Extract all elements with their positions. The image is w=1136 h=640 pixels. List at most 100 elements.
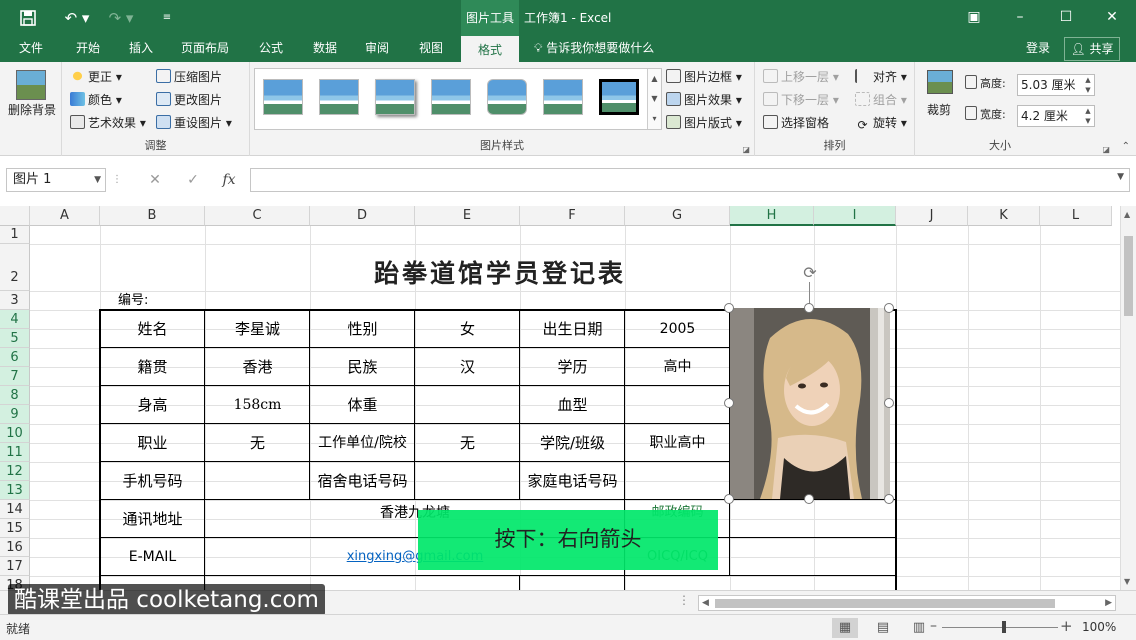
close-icon[interactable]: ✕ xyxy=(1092,0,1132,36)
corrections-button[interactable]: 更正 ▾ xyxy=(70,67,122,87)
vertical-scroll-thumb[interactable] xyxy=(1124,236,1133,316)
style-thumb[interactable] xyxy=(319,79,359,115)
formula-input[interactable]: ▼ xyxy=(250,168,1130,192)
cell-label[interactable]: 学历 xyxy=(520,348,625,386)
address-label[interactable]: 通讯地址 xyxy=(100,500,205,538)
maximize-icon[interactable]: ☐ xyxy=(1046,0,1086,36)
ribbon-display-options-icon[interactable]: ▣ xyxy=(954,0,994,36)
cell-value[interactable]: 2005 xyxy=(625,310,730,348)
picture-border-button[interactable]: 图片边框 ▾ xyxy=(666,67,742,87)
zoom-out-icon[interactable]: – xyxy=(930,618,937,634)
width-input[interactable]: 4.2 厘米 ▲ ▼ xyxy=(1017,105,1095,127)
cell-label[interactable]: 血型 xyxy=(520,386,625,424)
gallery-more-icon[interactable]: ▾ xyxy=(647,109,661,129)
width-spinner-icon[interactable]: ▲ ▼ xyxy=(1082,106,1094,126)
send-backward-button[interactable]: 下移一层 ▾ xyxy=(763,90,839,110)
column-header[interactable]: E xyxy=(415,206,520,226)
cancel-icon[interactable]: ✕ xyxy=(142,168,168,192)
horizontal-scrollbar[interactable]: ◀ ▶ xyxy=(698,595,1116,611)
rotate-handle-icon[interactable]: ⟳ xyxy=(801,264,819,282)
height-spinner-icon[interactable]: ▲ ▼ xyxy=(1082,75,1094,95)
group-objects-button[interactable]: 组合 ▾ xyxy=(855,90,907,110)
resize-handle[interactable] xyxy=(724,303,734,313)
row-header[interactable]: 1 xyxy=(0,226,30,244)
row-header[interactable]: 2 xyxy=(0,244,30,291)
picture-layout-button[interactable]: 图片版式 ▾ xyxy=(666,113,742,133)
save-icon[interactable] xyxy=(14,8,42,28)
tab-data[interactable]: 数据 xyxy=(302,36,348,62)
row-header[interactable]: 3 xyxy=(0,291,30,310)
dialog-launcher-icon[interactable]: ◪ xyxy=(742,145,750,154)
change-picture-button[interactable]: 更改图片 xyxy=(156,90,222,110)
enter-icon[interactable]: ✓ xyxy=(180,168,206,192)
column-header[interactable]: B xyxy=(100,206,205,226)
redo-icon[interactable]: ↷ ▾ xyxy=(104,8,138,28)
scroll-left-icon[interactable]: ◀ xyxy=(702,596,709,610)
horizontal-scroll-thumb[interactable] xyxy=(715,599,1055,608)
cell-value[interactable]: 无 xyxy=(205,424,310,462)
undo-icon[interactable]: ↶ ▾ xyxy=(58,8,96,28)
row-header-selected[interactable]: 8 xyxy=(0,386,30,405)
tab-view[interactable]: 视图 xyxy=(408,36,454,62)
artistic-effects-button[interactable]: 艺术效果 ▾ xyxy=(70,113,146,133)
login-link[interactable]: 登录 xyxy=(1026,36,1050,62)
cell-label[interactable]: 家庭电话号码 xyxy=(520,462,625,500)
column-header-selected[interactable]: H xyxy=(730,206,814,226)
color-button[interactable]: 颜色 ▾ xyxy=(70,90,122,110)
tab-insert[interactable]: 插入 xyxy=(118,36,164,62)
column-header[interactable]: G xyxy=(625,206,730,226)
cell-label[interactable]: 性别 xyxy=(310,310,415,348)
row-header[interactable]: 15 xyxy=(0,519,30,538)
column-header[interactable]: J xyxy=(896,206,968,226)
resize-handle[interactable] xyxy=(724,398,734,408)
row-header-selected[interactable]: 11 xyxy=(0,443,30,462)
tab-home[interactable]: 开始 xyxy=(64,36,112,62)
zoom-level[interactable]: 100% xyxy=(1082,620,1116,634)
cell-label[interactable]: 职业 xyxy=(100,424,205,462)
resize-handle[interactable] xyxy=(804,494,814,504)
column-header[interactable]: K xyxy=(968,206,1040,226)
chevron-down-icon[interactable]: ▼ xyxy=(94,169,101,191)
cell-label[interactable]: 民族 xyxy=(310,348,415,386)
row-header-selected[interactable]: 4 xyxy=(0,310,30,329)
row-header-selected[interactable]: 5 xyxy=(0,329,30,348)
resize-handle[interactable] xyxy=(884,398,894,408)
cell-value[interactable]: 汉 xyxy=(415,348,520,386)
column-header[interactable]: F xyxy=(520,206,625,226)
remove-background-button[interactable]: 删除背景 xyxy=(6,100,58,120)
gallery-scroll-down-icon[interactable]: ▼ xyxy=(647,89,661,109)
cell-value[interactable]: 158cm xyxy=(205,386,310,424)
tab-format[interactable]: 格式 xyxy=(461,36,519,62)
zoom-slider-thumb[interactable] xyxy=(1002,621,1006,633)
share-button[interactable]: 👤︎ 共享 xyxy=(1064,37,1120,61)
resize-handle[interactable] xyxy=(884,494,894,504)
zoom-slider[interactable] xyxy=(942,627,1058,628)
crop-button[interactable]: 裁剪 xyxy=(927,100,951,120)
style-thumb-selected[interactable] xyxy=(599,79,639,115)
cell-label[interactable]: 身高 xyxy=(100,386,205,424)
expand-formula-icon[interactable]: ▼ xyxy=(1117,172,1124,182)
cell-label[interactable]: 籍贯 xyxy=(100,348,205,386)
scroll-right-icon[interactable]: ▶ xyxy=(1105,596,1112,610)
cell-value[interactable]: 香港 xyxy=(205,348,310,386)
tab-file[interactable]: 文件 xyxy=(8,36,54,62)
row-header-selected[interactable]: 13 xyxy=(0,481,30,500)
cell-label[interactable]: 姓名 xyxy=(100,310,205,348)
customize-quick-access-icon[interactable]: ≡ xyxy=(158,8,176,28)
style-thumb[interactable] xyxy=(375,79,415,115)
picture-effects-button[interactable]: 图片效果 ▾ xyxy=(666,90,742,110)
cell-label[interactable]: 宿舍电话号码 xyxy=(310,462,415,500)
resize-handle[interactable] xyxy=(884,303,894,313)
size-launcher-icon[interactable]: ◪ xyxy=(1102,145,1110,154)
cell-label[interactable]: 工作单位/院校 xyxy=(310,424,415,462)
gallery-scroll-up-icon[interactable]: ▲ xyxy=(647,69,661,89)
page-break-view-icon[interactable]: ▥ xyxy=(906,618,932,638)
insert-function-icon[interactable]: fx xyxy=(216,168,242,192)
height-input[interactable]: 5.03 厘米 ▲ ▼ xyxy=(1017,74,1095,96)
tab-review[interactable]: 审阅 xyxy=(354,36,400,62)
student-photo[interactable] xyxy=(730,308,890,499)
compress-pictures-button[interactable]: 压缩图片 xyxy=(156,67,222,87)
page-layout-view-icon[interactable]: ▤ xyxy=(870,618,896,638)
column-header[interactable]: L xyxy=(1040,206,1112,226)
more-options-icon[interactable]: ⋮ xyxy=(110,168,124,192)
